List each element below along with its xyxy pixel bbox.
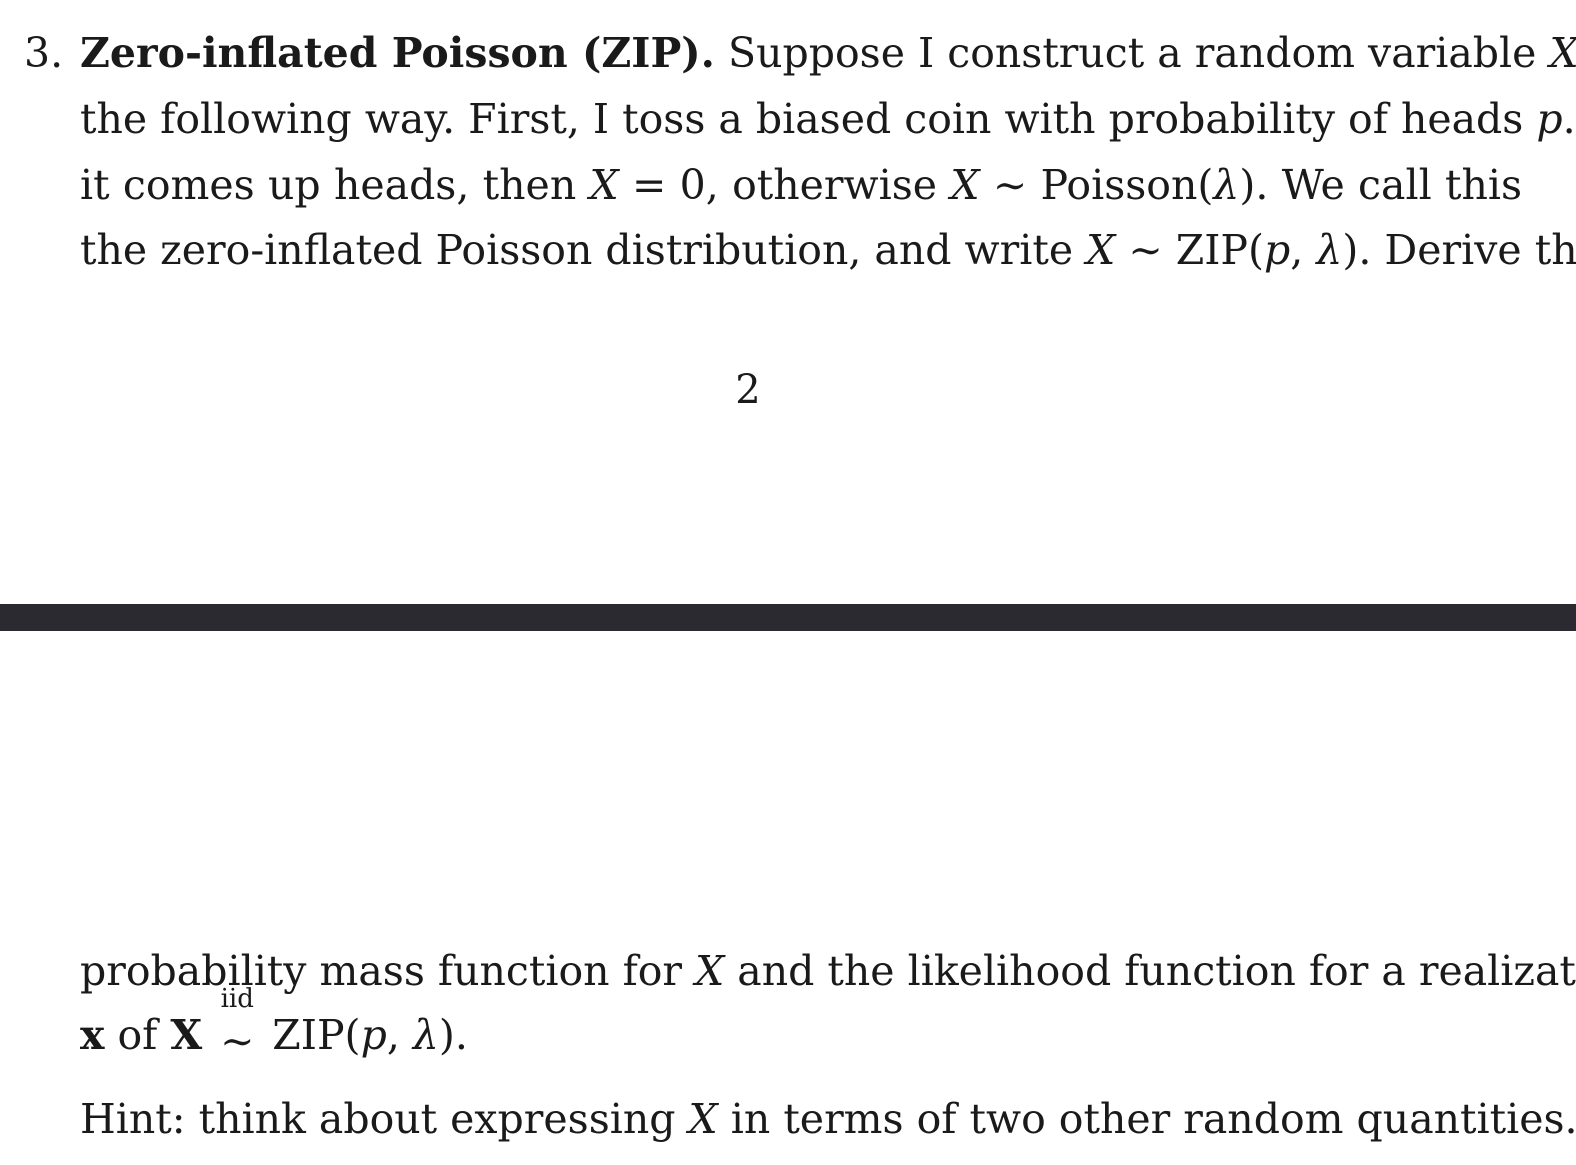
hint-text: Hint: think about expressing X in terms …: [80, 1095, 1576, 1143]
problem-text-line-5: probability mass function for X and the …: [80, 947, 1576, 995]
problem-text-line-2: the following way. First, I toss a biase…: [80, 95, 1576, 143]
problem-text-line-4: the zero-inflated Poisson distribution, …: [80, 226, 1576, 274]
problem-text-line-3: it comes up heads, then X = 0, otherwise…: [80, 161, 1523, 209]
page-break-divider: [0, 604, 1576, 631]
iid-tilde-symbol: iid ∼: [220, 984, 255, 1065]
page-number: 2: [735, 367, 761, 413]
problem-text-line-6: x of X iid ∼ ZIP(p, λ).: [80, 984, 468, 1068]
problem-text-line-1: Zero-inflated Poisson (ZIP). Suppose I c…: [80, 29, 1576, 77]
problem-number: 3.: [24, 29, 64, 77]
problem-title: Zero-inflated Poisson (ZIP).: [80, 29, 715, 77]
